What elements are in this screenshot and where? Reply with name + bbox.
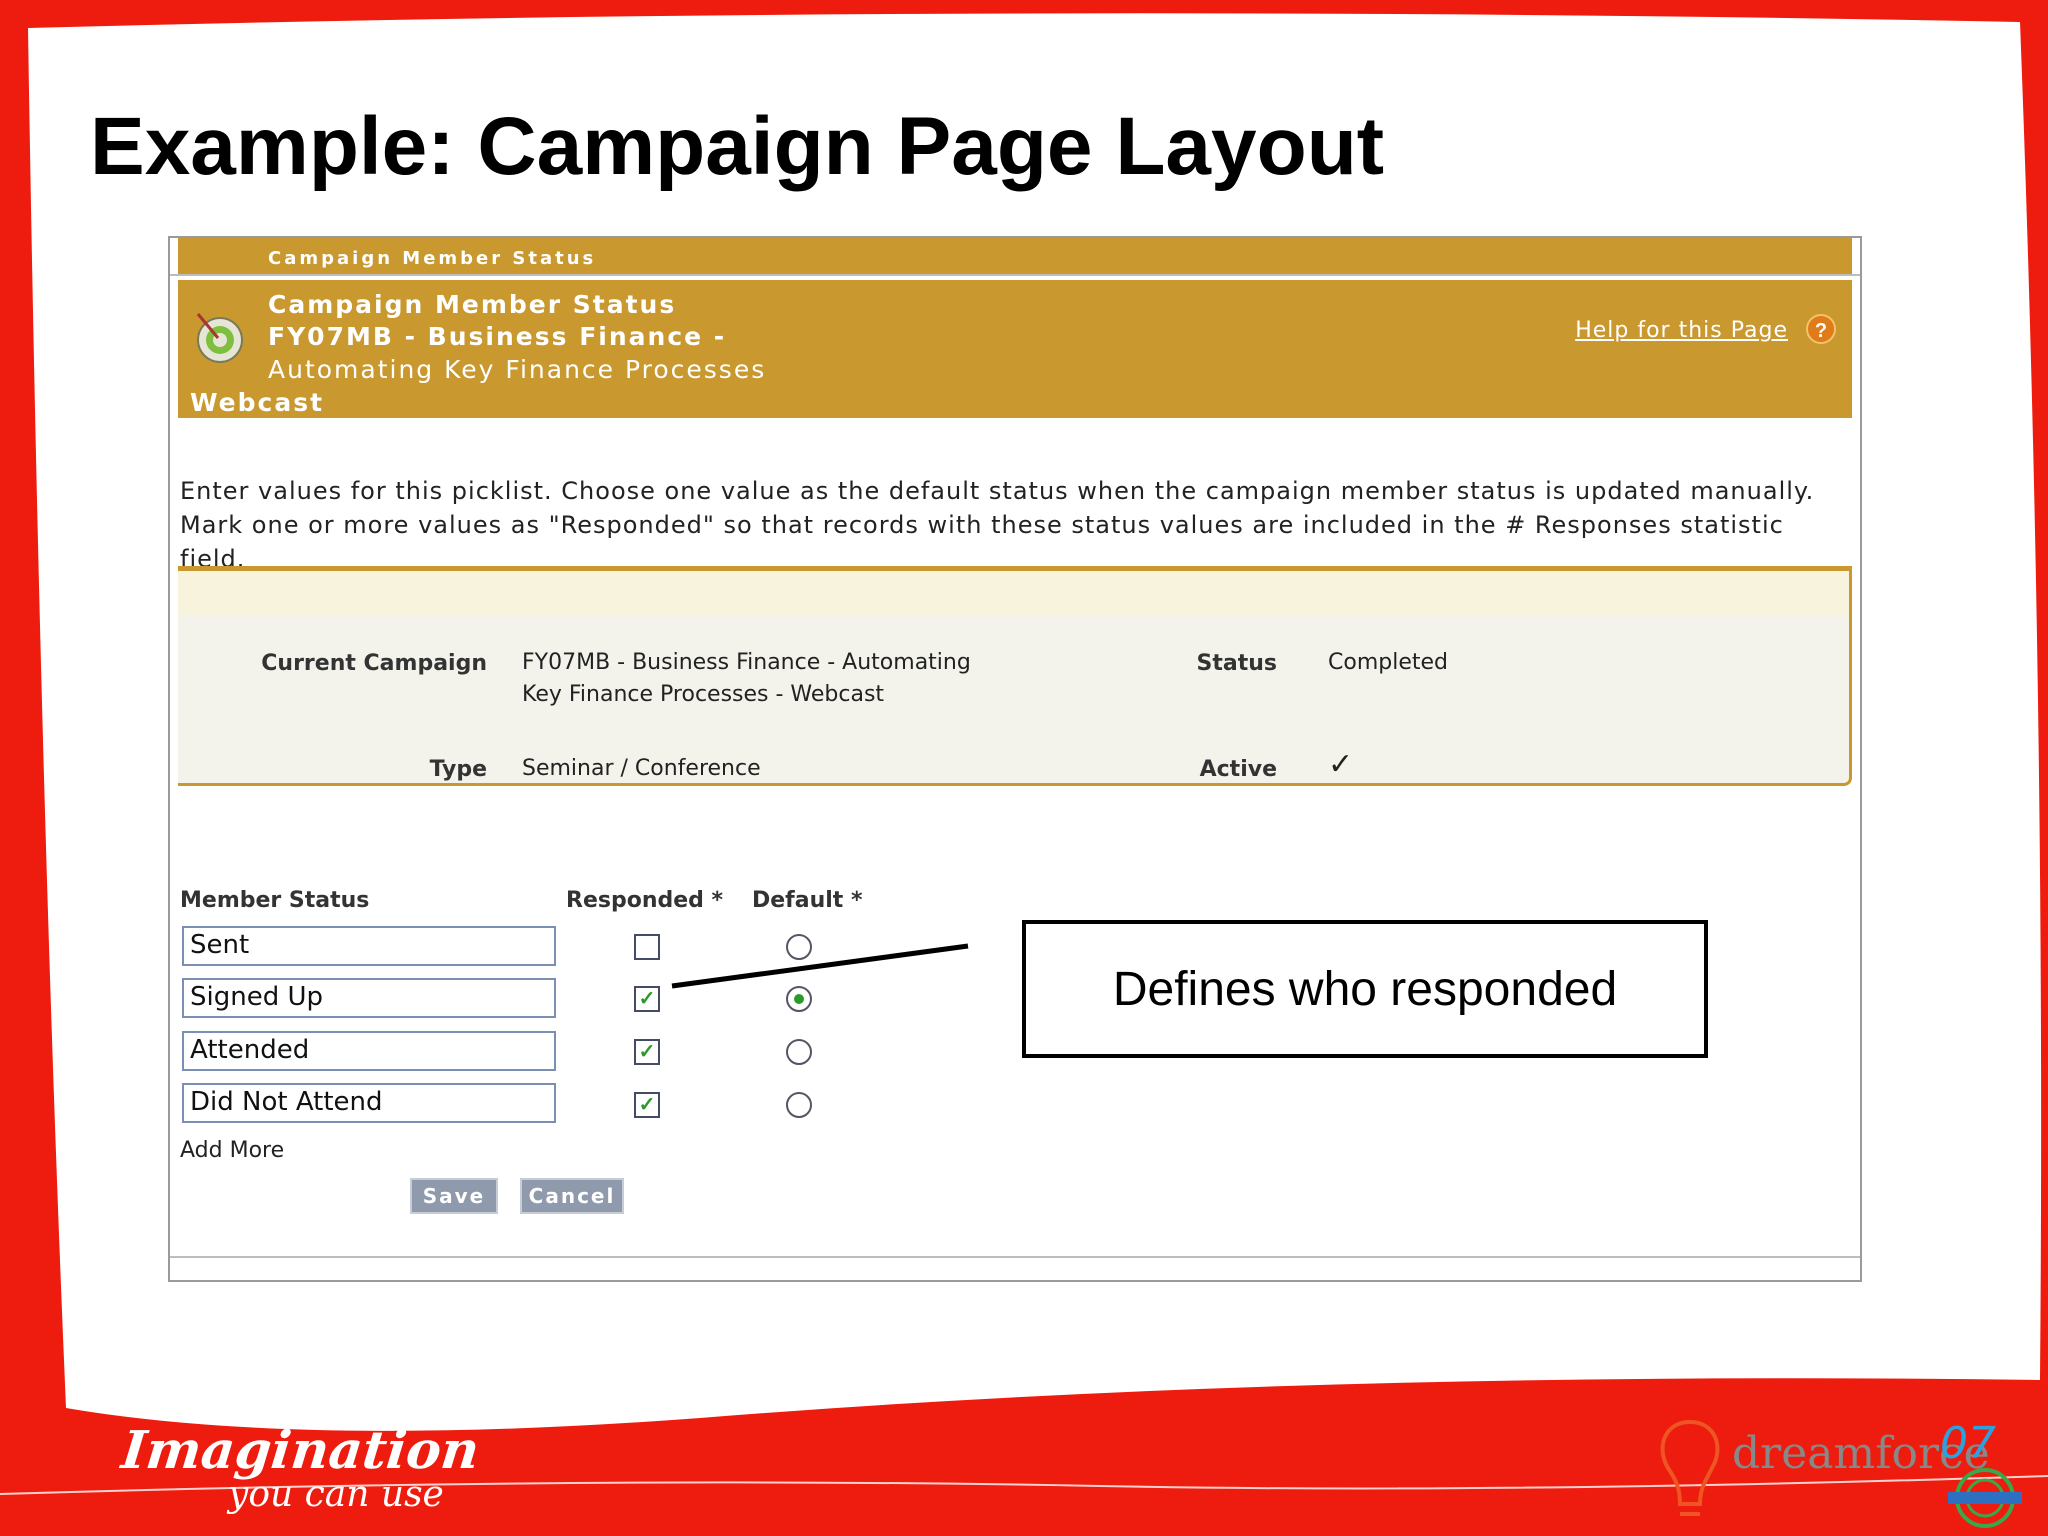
header-campaign-name-end: Webcast <box>190 388 325 417</box>
detail-section-band <box>178 571 1849 615</box>
header-campaign-name-cont: Automating Key Finance Processes <box>268 355 767 384</box>
page-header: Campaign Member Status FY07MB - Business… <box>178 280 1852 418</box>
imagination-logo-subtext: you can use <box>228 1474 444 1515</box>
active-label: Active <box>1199 757 1277 782</box>
responded-checkbox-attended[interactable]: ✓ <box>634 1039 660 1065</box>
imagination-logo-text: Imagination <box>118 1420 483 1481</box>
responded-checkbox-sent[interactable] <box>634 934 660 960</box>
slide-title: Example: Campaign Page Layout <box>90 101 1385 192</box>
campaign-target-icon <box>196 313 243 363</box>
divider <box>170 274 1860 276</box>
responded-header: Responded * <box>566 888 724 913</box>
divider <box>170 1256 1860 1258</box>
help-icon[interactable]: ? <box>1806 314 1836 344</box>
member-status-header: Member Status <box>180 888 370 913</box>
type-label: Type <box>429 757 487 782</box>
imagination-logo: Imagination you can use <box>110 1420 482 1530</box>
member-status-input-did-not-attend[interactable]: Did Not Attend <box>182 1083 556 1123</box>
default-radio-sent[interactable] <box>786 934 812 960</box>
help-link[interactable]: Help for this Page <box>1575 318 1788 343</box>
type-value: Seminar / Conference <box>522 756 761 781</box>
member-status-input-attended[interactable]: Attended <box>182 1031 556 1071</box>
current-campaign-value: FY07MB - Business Finance - Automating K… <box>522 650 971 707</box>
ghost-header: Campaign Member Status <box>178 238 1852 274</box>
lightbulb-icon <box>1660 1419 1720 1516</box>
cancel-button[interactable]: Cancel <box>520 1178 624 1214</box>
member-status-input-sent[interactable]: Sent <box>182 926 556 966</box>
header-campaign-name: FY07MB - Business Finance - <box>268 322 727 351</box>
save-button[interactable]: Save <box>410 1178 498 1214</box>
member-status-input-signed-up[interactable]: Signed Up <box>182 978 556 1018</box>
default-radio-did-not-attend[interactable] <box>786 1092 812 1118</box>
current-campaign-label: Current Campaign <box>261 651 487 676</box>
ghost-header-title: Campaign Member Status <box>268 248 597 269</box>
campaign-member-status-screenshot: Campaign Member Status Campaign Member S… <box>168 236 1862 1282</box>
callout-text: Defines who responded <box>1112 962 1618 1016</box>
callout-box: Defines who responded <box>1022 920 1708 1058</box>
default-radio-signed-up[interactable] <box>786 986 812 1012</box>
responded-checkbox-did-not-attend[interactable]: ✓ <box>634 1092 660 1118</box>
add-more-link[interactable]: Add More <box>180 1138 284 1163</box>
globe-icon <box>1948 1468 2022 1528</box>
header-title: Campaign Member Status <box>268 290 677 319</box>
campaign-detail-section: Current Campaign FY07MB - Business Finan… <box>178 566 1852 786</box>
instructions-text: Enter values for this picklist. Choose o… <box>180 477 1815 573</box>
default-header: Default * <box>752 888 863 913</box>
responded-checkbox-signed-up[interactable]: ✓ <box>634 986 660 1012</box>
active-check-icon: ✓ <box>1328 747 1354 782</box>
status-value: Completed <box>1328 650 1448 675</box>
status-label: Status <box>1196 651 1277 676</box>
dreamforce-logo: dreamforce 07 <box>1640 1400 2040 1536</box>
default-radio-attended[interactable] <box>786 1039 812 1065</box>
